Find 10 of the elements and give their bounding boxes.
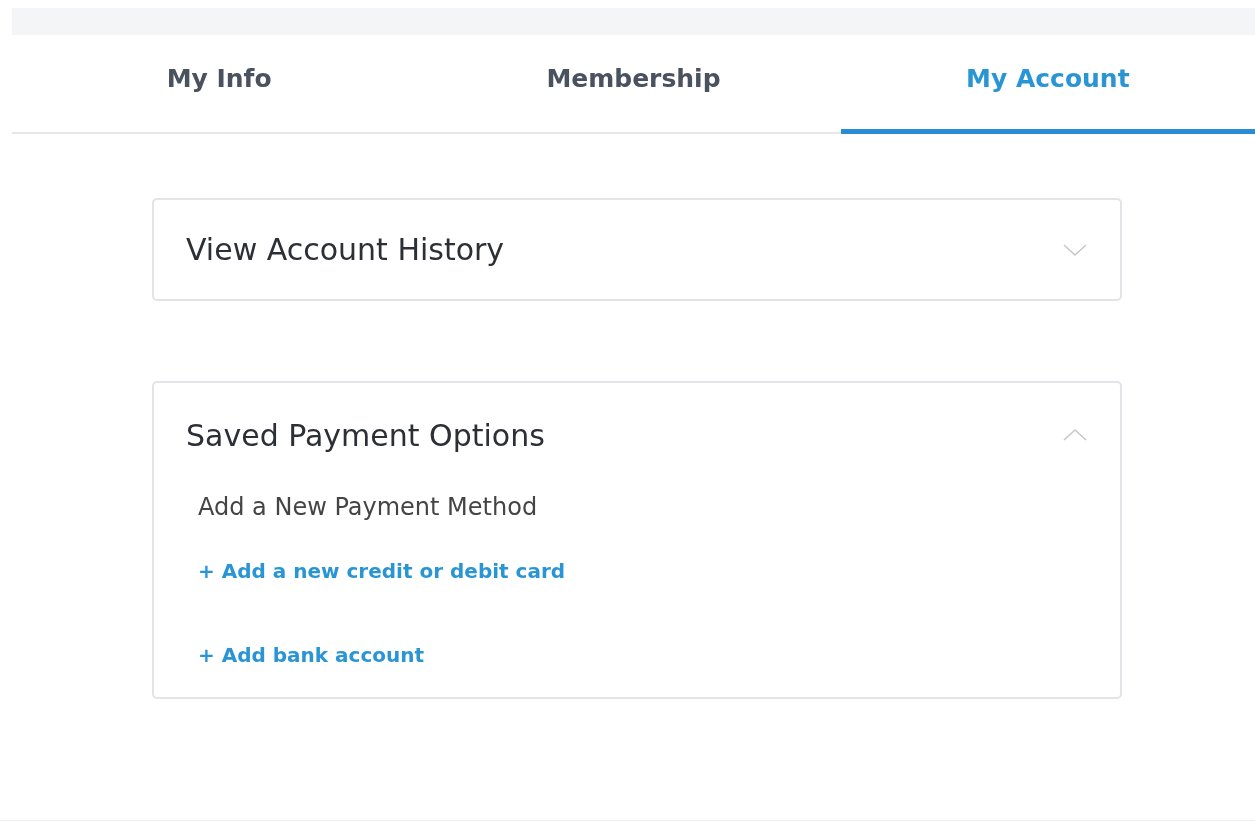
tab[interactable]: Membership [426, 35, 841, 134]
tab[interactable]: My Account [840, 35, 1255, 134]
chevron-up-icon[interactable] [1062, 428, 1088, 442]
section-heading: Add a New Payment Method [198, 493, 539, 521]
chevron-down-icon[interactable] [1062, 242, 1088, 257]
panel-title: View Account History [186, 232, 505, 267]
add-link[interactable]: + Add bank account [198, 643, 425, 667]
tab[interactable]: My Info [12, 35, 427, 134]
panel-title: Saved Payment Options [186, 417, 545, 453]
add-link[interactable]: + Add a new credit or debit card [198, 559, 566, 583]
